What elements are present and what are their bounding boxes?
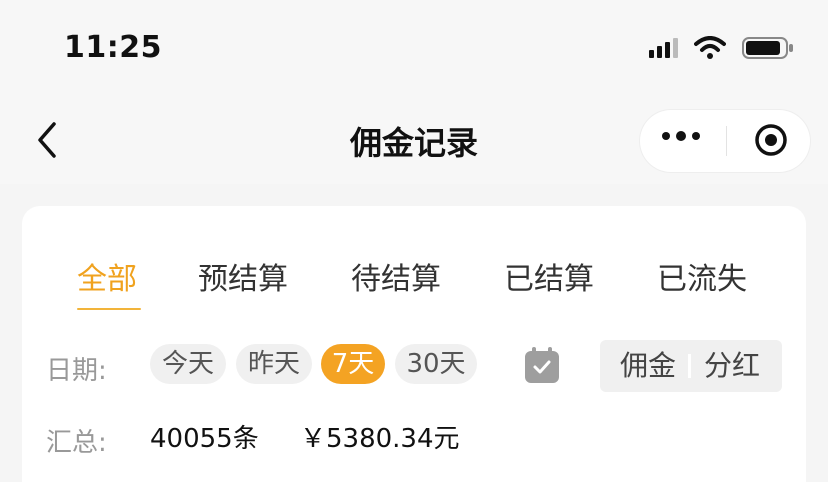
more-button[interactable] (662, 131, 700, 141)
date-filter-label: 日期: (46, 356, 107, 386)
date-chip-30-days[interactable]: 30天 (395, 344, 477, 384)
cellular-signal-icon (649, 38, 678, 58)
navigation-bar: 佣金记录 (0, 96, 828, 184)
status-icons (649, 36, 794, 60)
calendar-button[interactable] (524, 346, 560, 384)
target-close-icon (755, 124, 787, 156)
toggle-commission[interactable]: 佣金 (620, 340, 676, 392)
tab-all[interactable]: 全部 (77, 254, 137, 298)
active-tab-indicator (77, 308, 141, 310)
summary-label: 汇总: (46, 428, 107, 458)
toggle-dividend[interactable]: 分红 (704, 340, 760, 392)
toggle-separator (688, 354, 691, 378)
date-chip-7-days[interactable]: 7天 (321, 344, 385, 384)
tab-settled[interactable]: 已结算 (504, 254, 594, 298)
summary-count: 40055条 (150, 424, 259, 454)
tab-pending-settlement[interactable]: 待结算 (351, 254, 441, 298)
date-chip-yesterday[interactable]: 昨天 (236, 344, 312, 384)
mini-program-capsule (640, 110, 810, 172)
commission-dividend-toggle: 佣金 分红 (600, 340, 782, 392)
calendar-check-icon (525, 347, 559, 383)
capsule-divider (726, 126, 727, 156)
wifi-icon (694, 36, 726, 60)
status-bar: 11:25 (0, 0, 828, 96)
status-time: 11:25 (64, 30, 162, 65)
tab-lost[interactable]: 已流失 (657, 254, 747, 298)
close-button[interactable] (754, 123, 788, 157)
status-tabs: 全部 预结算 待结算 已结算 已流失 (22, 244, 806, 314)
commission-filter-card: 全部 预结算 待结算 已结算 已流失 日期: 今天 昨天 7天 30天 佣金 分… (22, 206, 806, 482)
battery-icon (742, 36, 794, 60)
tab-pre-settlement[interactable]: 预结算 (198, 254, 288, 298)
date-chip-today[interactable]: 今天 (150, 344, 226, 384)
summary-amount: ￥5380.34元 (300, 424, 460, 454)
more-dots-icon (662, 132, 670, 140)
